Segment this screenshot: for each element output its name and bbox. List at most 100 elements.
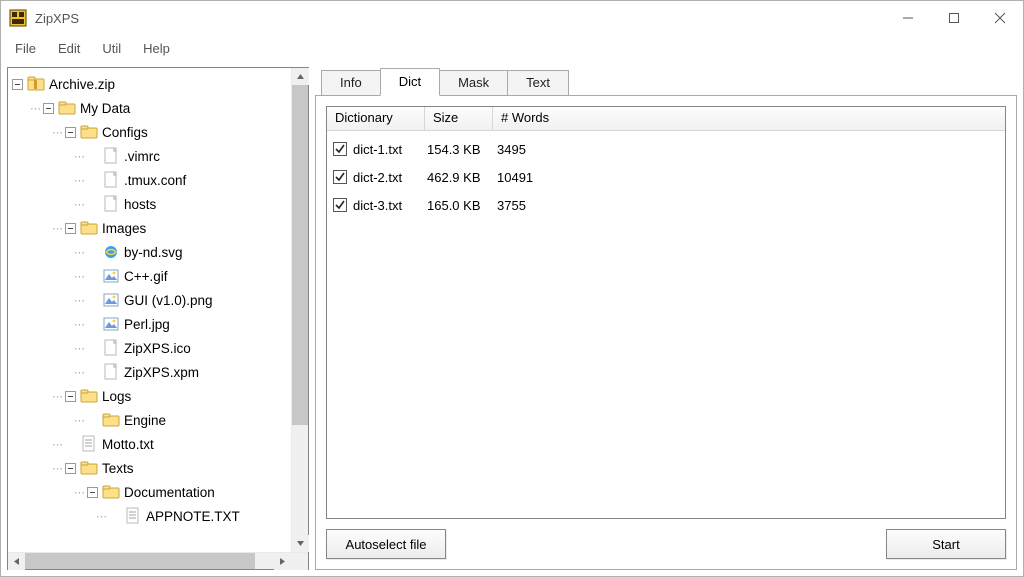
tree-node-label: Logs [102,389,131,404]
menu-file[interactable]: File [5,37,46,60]
menu-edit[interactable]: Edit [48,37,90,60]
tree-node[interactable]: ⋯Images [54,216,291,240]
tree-node[interactable]: ⋯.vimrc [76,144,291,168]
file-icon [102,363,120,381]
tree-node[interactable]: ⋯My Data [32,96,291,120]
tree-node[interactable]: ⋯hosts [76,192,291,216]
close-button[interactable] [977,3,1023,33]
expand-toggle[interactable] [41,101,56,116]
tab-text[interactable]: Text [507,70,569,95]
tree-panel: Archive.zip⋯My Data⋯Configs⋯.vimrc⋯.tmux… [7,67,309,570]
tree-connector: ⋯ [52,462,62,475]
tree-node[interactable]: ⋯ZipXPS.xpm [76,360,291,384]
col-size[interactable]: Size [425,107,493,130]
row-checkbox[interactable] [333,198,347,212]
tree-node[interactable]: ⋯Engine [76,408,291,432]
tree-node[interactable]: ⋯Documentation [76,480,291,504]
button-row: Autoselect file Start [316,529,1016,569]
tree-node[interactable]: ⋯ZipXPS.ico [76,336,291,360]
ie-icon [102,243,120,261]
tree-node[interactable]: ⋯ C++.gif [76,264,291,288]
scroll-down-button[interactable] [292,535,309,552]
right-panel: Info Dict Mask Text Dictionary Size # Wo… [315,67,1017,570]
tree-connector: ⋯ [52,390,62,403]
cell-dictionary: dict-1.txt [353,142,427,157]
tree-node[interactable]: ⋯.tmux.conf [76,168,291,192]
scroll-up-button[interactable] [292,68,309,85]
vscroll-track[interactable] [292,85,308,535]
tree-node[interactable]: ⋯APPNOTE.TXT [98,504,291,528]
scroll-left-button[interactable] [8,553,25,570]
maximize-button[interactable] [931,3,977,33]
tree-node[interactable]: ⋯by-nd.svg [76,240,291,264]
menu-help[interactable]: Help [133,37,180,60]
tree-node[interactable]: ⋯Configs [54,120,291,144]
expand-toggle[interactable] [63,461,78,476]
row-checkbox[interactable] [333,142,347,156]
tree-node[interactable]: Archive.zip [10,72,291,96]
hscroll-track[interactable] [25,553,274,569]
tree-node-label: ZipXPS.xpm [124,365,199,380]
tab-mask[interactable]: Mask [439,70,508,95]
tree-connector: ⋯ [74,174,84,187]
tab-dict[interactable]: Dict [380,68,440,96]
tabstrip: Info Dict Mask Text [315,67,1017,95]
tree-connector: ⋯ [74,342,84,355]
col-words[interactable]: # Words [493,107,1005,130]
horizontal-scrollbar[interactable] [8,552,308,569]
cell-dictionary: dict-3.txt [353,198,427,213]
expand-toggle[interactable] [63,125,78,140]
tree-connector: ⋯ [52,438,62,451]
dict-row[interactable]: dict-2.txt462.9 KB10491 [327,163,1005,191]
tree-node[interactable]: ⋯Texts [54,456,291,480]
vscroll-thumb[interactable] [292,85,308,425]
menu-util[interactable]: Util [92,37,131,60]
window-title: ZipXPS [35,11,79,26]
expand-toggle[interactable] [10,77,25,92]
menubar: File Edit Util Help [1,35,1023,61]
dict-row[interactable]: dict-1.txt154.3 KB3495 [327,135,1005,163]
expand-toggle[interactable] [63,389,78,404]
app-icon [9,9,27,27]
start-button[interactable]: Start [886,529,1006,559]
tree-node-label: .vimrc [124,149,160,164]
window-controls [885,3,1023,33]
tree-node-label: hosts [124,197,156,212]
file-icon [102,147,120,165]
tree-node-label: Archive.zip [49,77,115,92]
tree-node-label: Configs [102,125,148,140]
tree-node[interactable]: ⋯GUI (v1.0).png [76,288,291,312]
tree-node-label: Perl.jpg [124,317,170,332]
tree-node[interactable]: ⋯ Logs [54,384,291,408]
cell-size: 165.0 KB [427,198,497,213]
file-icon [102,171,120,189]
col-dictionary[interactable]: Dictionary [327,107,425,130]
minimize-button[interactable] [885,3,931,33]
tree-connector: ⋯ [30,102,40,115]
image-icon [102,291,120,309]
tree-node[interactable]: ⋯ Motto.txt [54,432,291,456]
autoselect-button[interactable]: Autoselect file [326,529,446,559]
list-header: Dictionary Size # Words [327,107,1005,131]
tree-connector: ⋯ [74,270,84,283]
expand-toggle[interactable] [85,485,100,500]
tree-node-label: APPNOTE.TXT [146,509,240,524]
vertical-scrollbar[interactable] [291,68,308,552]
tree-node-label: Motto.txt [102,437,154,452]
tree-view[interactable]: Archive.zip⋯My Data⋯Configs⋯.vimrc⋯.tmux… [8,68,291,552]
folder-icon [102,411,120,429]
text-icon [80,435,98,453]
archive-icon [27,75,45,93]
row-checkbox[interactable] [333,170,347,184]
expand-toggle[interactable] [63,221,78,236]
tab-info[interactable]: Info [321,70,381,95]
cell-dictionary: dict-2.txt [353,170,427,185]
dict-row[interactable]: dict-3.txt165.0 KB3755 [327,191,1005,219]
tree-node-label: C++.gif [124,269,168,284]
cell-words: 3495 [497,142,526,157]
tree-node[interactable]: ⋯Perl.jpg [76,312,291,336]
dictionary-list: Dictionary Size # Words dict-1.txt154.3 … [326,106,1006,519]
hscroll-thumb[interactable] [25,553,255,569]
scroll-right-button[interactable] [274,553,291,570]
file-icon [102,195,120,213]
